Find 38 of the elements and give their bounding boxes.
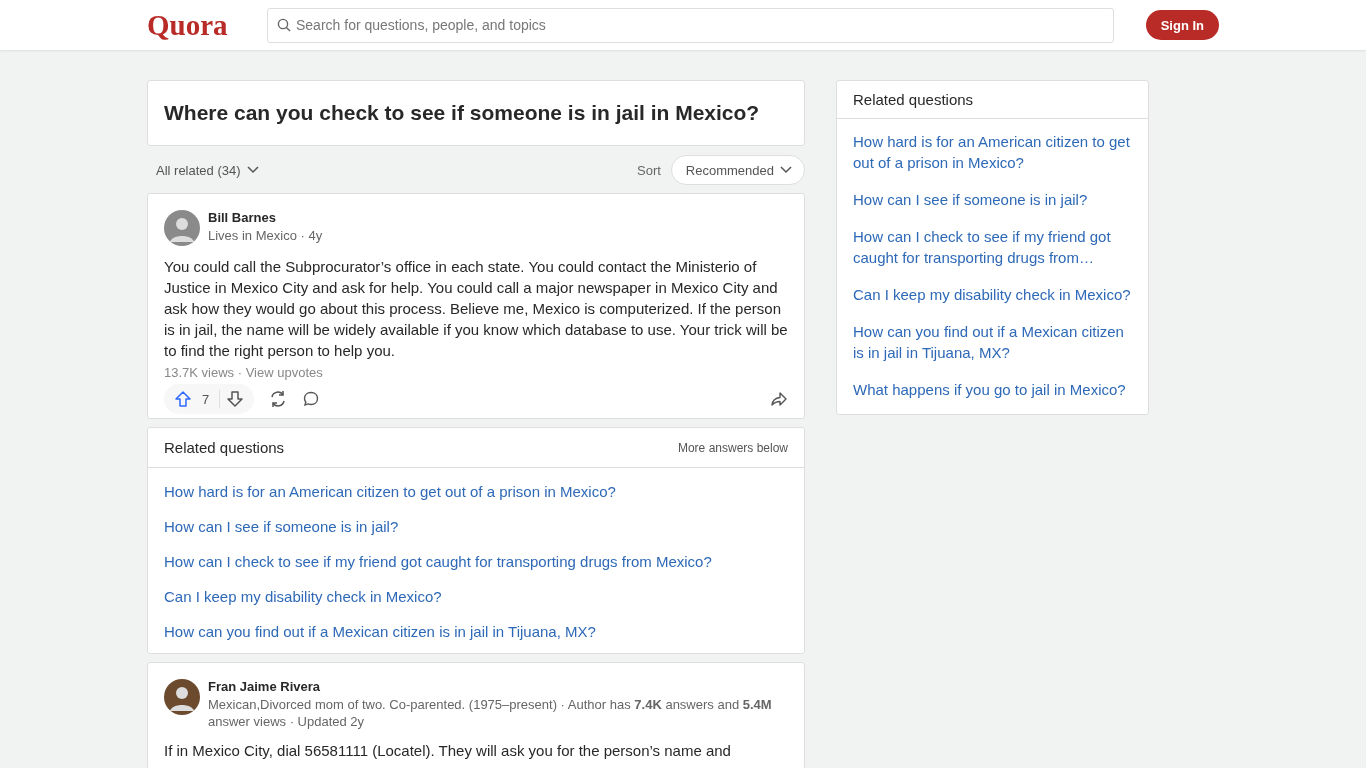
sort-dropdown[interactable]: Recommended bbox=[670, 155, 805, 185]
more-answers-note: More answers below bbox=[677, 440, 788, 455]
author-name[interactable]: Bill Barnes bbox=[208, 210, 323, 225]
related-question-link[interactable]: What happens if you go to jail in Mexico? bbox=[853, 373, 1132, 410]
related-question-link[interactable]: How can I check to see if my friend got caught for transporting drugs from Mexico? bbox=[164, 544, 788, 579]
share-arrow-icon[interactable] bbox=[770, 390, 788, 408]
chevron-down-icon bbox=[780, 166, 792, 174]
arrow-down-icon bbox=[226, 390, 245, 408]
related-question-link[interactable]: How can I see if someone is in jail? bbox=[164, 509, 788, 544]
answer-text: If in Mexico City, dial 56581111 (Locatel). They will ask you for the person’s name and bbox=[164, 741, 732, 761]
related-question-link[interactable]: How hard is for an American citizen to get out of a prison in Mexico? bbox=[853, 125, 1132, 183]
author-credential: Mexican,Divorced mom of two. Co-parented. (1975–present) · Author has 7.4K answers and 5.4M answer views · Updated 2y bbox=[208, 696, 773, 730]
sign-in-button[interactable]: Sign In bbox=[1145, 10, 1219, 40]
upvote-count: 7 bbox=[202, 391, 210, 407]
search-field[interactable]: Search for questions, people, and topics bbox=[267, 7, 1114, 43]
avatar bbox=[164, 210, 200, 246]
view-count: 13.7K views · View upvotes bbox=[164, 365, 324, 380]
related-question-link[interactable]: How can you find out if a Mexican citizen is in jail in Tijuana, MX? bbox=[853, 315, 1132, 373]
related-question-link[interactable]: How hard is for an American citizen to get out of a prison in Mexico? bbox=[164, 474, 788, 509]
section-title: Related questions bbox=[837, 81, 1148, 119]
quora-logo[interactable]: Quora bbox=[147, 8, 235, 42]
related-question-link[interactable]: How can I check to see if my friend got caught for transporting drugs from… bbox=[853, 220, 1132, 278]
comment-icon[interactable] bbox=[302, 390, 321, 408]
upvote-button[interactable]: 7 bbox=[168, 390, 221, 408]
related-question-link[interactable]: How can you find out if a Mexican citizen is in jail in Tijuana, MX? bbox=[164, 614, 788, 649]
answer-text: You could call the Subprocurator’s office in each state. You could contact the Ministerio of Justice in Mexico City and ask for help. You could call a major newspaper in Mexico City and ask how they would go about this process. Believe me, Mexico is computerized. If the person is in jail, the name will be widely available if you know which database to use. Your trick will be to find the right person to help you. bbox=[164, 257, 788, 361]
author-name[interactable]: Fran Jaime Rivera bbox=[208, 679, 788, 694]
related-question-link[interactable]: How can I see if someone is in jail? bbox=[853, 183, 1132, 220]
related-question-link[interactable]: Can I keep my disability check in Mexico? bbox=[164, 579, 788, 614]
question-title: Where can you check to see if someone is in jail in Mexico? bbox=[164, 101, 761, 125]
avatar bbox=[164, 679, 200, 715]
related-question-link[interactable]: Can I keep my disability check in Mexico? bbox=[853, 278, 1132, 315]
all-related-dropdown[interactable]: All related (34) bbox=[156, 162, 259, 178]
author-credential: Lives in Mexico · 4y bbox=[208, 227, 323, 244]
chevron-down-icon bbox=[246, 166, 259, 174]
sort-label: Sort bbox=[637, 162, 661, 178]
arrow-up-icon bbox=[174, 390, 192, 408]
section-title: Related questions bbox=[164, 439, 285, 456]
